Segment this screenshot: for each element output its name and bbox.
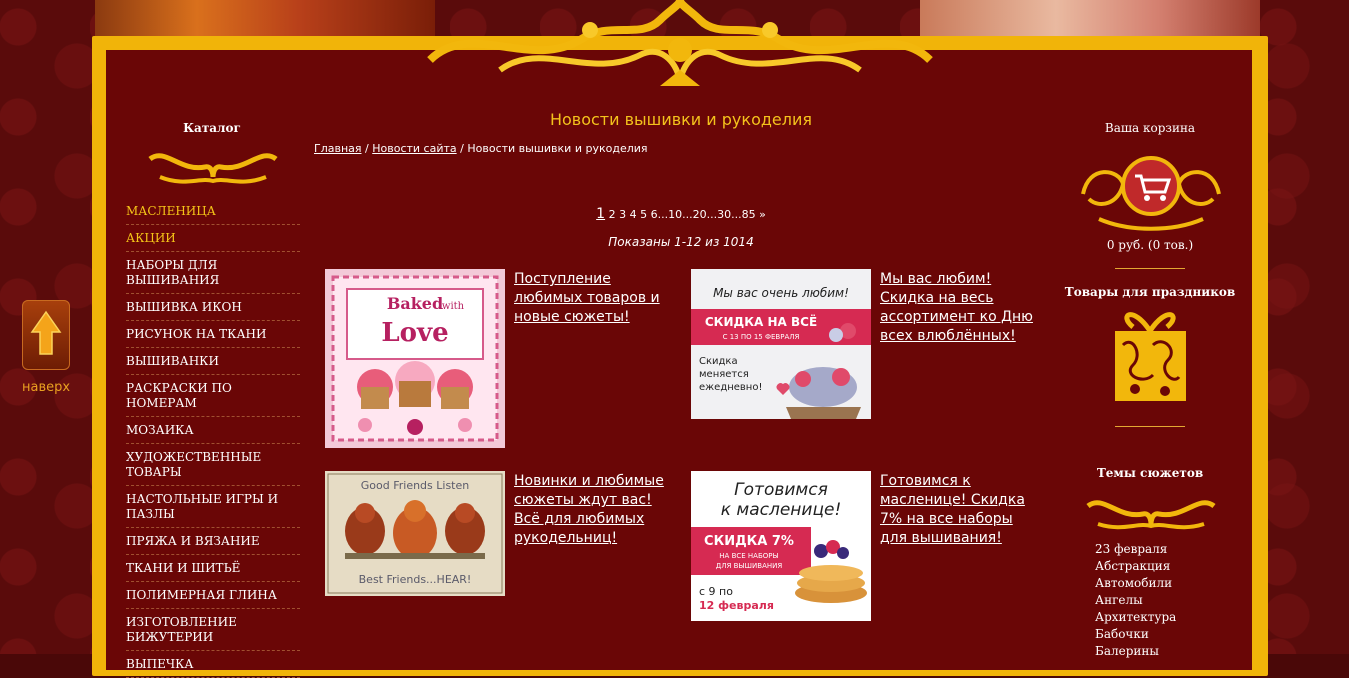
news-image-text: Готовимся (734, 480, 828, 500)
cart-title: Ваша корзина (1104, 121, 1196, 135)
catalog-item[interactable]: ХУДОЖЕСТВЕННЫЕ ТОВАРЫ (126, 444, 300, 486)
catalog-item[interactable]: АКЦИИ (126, 225, 300, 252)
header-ornament (427, 0, 933, 86)
page-link[interactable]: 5 (640, 208, 647, 221)
divider (1115, 426, 1185, 427)
pagination: 1 2 3 4 5 6...10...20...30...85 » (314, 206, 1048, 222)
news-image-text: Скидка (699, 356, 738, 367)
page-link[interactable]: 6 (651, 208, 658, 221)
news-link[interactable]: Новинки и любимые сюжеты ждут вас! Всё д… (514, 472, 674, 548)
header-decor-left (95, 0, 435, 36)
news-image-text: Good Friends Listen (361, 479, 470, 492)
gift-box-icon[interactable] (1113, 305, 1188, 403)
page-link[interactable]: 85 (742, 208, 756, 221)
topics-title: Темы сюжетов (1096, 466, 1204, 480)
topic-link[interactable]: Балерины (1095, 643, 1176, 660)
topics-list: 23 февраля Абстракция Автомобили Ангелы … (1095, 541, 1176, 660)
catalog-item[interactable]: ПОЛИМЕРНАЯ ГЛИНА (126, 582, 300, 609)
page-current: 1 (596, 206, 606, 222)
news-image-art: Мы вас очень любим! СКИДКА НА ВСЁ С 13 П… (691, 286, 871, 419)
topic-link[interactable]: Ангелы (1095, 592, 1176, 609)
page-ellipsis: ... (706, 208, 718, 221)
catalog-item[interactable]: ТКАНИ И ШИТЬЁ (126, 555, 300, 582)
scroll-to-top-label[interactable]: наверх (22, 380, 72, 395)
news-image-text: ДЛЯ ВЫШИВАНИЯ (716, 562, 783, 570)
page-ellipsis: ... (657, 208, 669, 221)
page-link[interactable]: 4 (630, 208, 637, 221)
cart-summary: 0 руб. (0 тов.) (1106, 238, 1194, 252)
page-link[interactable]: 30 (717, 208, 731, 221)
news-link[interactable]: Мы вас любим! Скидка на весь ассортимент… (880, 270, 1040, 346)
results-count: Показаны 1-12 из 1014 (608, 235, 754, 249)
catalog-menu: МАСЛЕНИЦА АКЦИИ НАБОРЫ ДЛЯ ВЫШИВАНИЯ ВЫШ… (126, 198, 300, 678)
news-image-text: к масленице! (721, 500, 842, 520)
news-image-text: 12 февраля (699, 599, 774, 612)
news-image-art: Baked with Love (331, 275, 499, 442)
arrow-up-icon (30, 310, 62, 355)
topic-link[interactable]: 23 февраля (1095, 541, 1176, 558)
news-image[interactable]: Good Friends Listen Best Friends...HEAR! (325, 471, 505, 596)
page-next[interactable]: » (759, 208, 766, 221)
news-image-text: Baked (387, 294, 443, 313)
breadcrumb-home[interactable]: Главная (314, 142, 362, 155)
page-ellipsis: ... (682, 208, 693, 221)
news-link[interactable]: Поступление любимых товаров и новые сюже… (514, 270, 674, 327)
page-title: Новости вышивки и рукоделия (549, 110, 813, 129)
catalog-item[interactable]: НАБОРЫ ДЛЯ ВЫШИВАНИЯ (126, 252, 300, 294)
news-image-text: меняется (699, 369, 749, 380)
news-image[interactable]: Мы вас очень любим! СКИДКА НА ВСЁ С 13 П… (691, 269, 871, 419)
catalog-title: Каталог (183, 121, 241, 135)
page-link[interactable]: 3 (619, 208, 626, 221)
page-link[interactable]: 2 (609, 208, 616, 221)
news-image-text: с 9 по (699, 585, 733, 598)
holiday-goods-title: Товары для праздников (1064, 285, 1236, 299)
catalog-item[interactable]: ВЫШИВКА ИКОН (126, 294, 300, 321)
topics-ornament-icon (1086, 500, 1216, 530)
news-image-text: Best Friends...HEAR! (359, 573, 472, 586)
news-image-text: НА ВСЕ НАБОРЫ (719, 552, 778, 560)
breadcrumb-news[interactable]: Новости сайта (372, 142, 456, 155)
catalog-item[interactable]: РИСУНОК НА ТКАНИ (126, 321, 300, 348)
page-link[interactable]: 10 (668, 208, 682, 221)
cart-icon[interactable] (1079, 154, 1223, 234)
topic-link[interactable]: Абстракция (1095, 558, 1176, 575)
catalog-item[interactable]: РАСКРАСКИ ПО НОМЕРАМ (126, 375, 300, 417)
breadcrumb: Главная / Новости сайта / Новости вышивк… (314, 142, 648, 155)
news-image-text: С 13 ПО 15 ФЕВРАЛЯ (723, 333, 800, 341)
catalog-item[interactable]: ПРЯЖА И ВЯЗАНИЕ (126, 528, 300, 555)
news-image-text: with (442, 301, 465, 312)
news-image-art: Готовимся к масленице! СКИДКА 7% НА ВСЕ … (691, 480, 867, 612)
breadcrumb-separator: / (365, 142, 369, 155)
scroll-to-top-button[interactable] (22, 300, 70, 370)
news-image-text: ежедневно! (699, 382, 762, 393)
topic-link[interactable]: Бабочки (1095, 626, 1176, 643)
page-ellipsis: ... (731, 208, 742, 221)
news-image-text: Love (381, 318, 448, 348)
news-image[interactable]: Baked with Love (325, 269, 505, 448)
news-link[interactable]: Готовимся к масленице! Скидка 7% на все … (880, 472, 1040, 548)
catalog-item[interactable]: ИЗГОТОВЛЕНИЕ БИЖУТЕРИИ (126, 609, 300, 651)
catalog-item[interactable]: ВЫПЕЧКА (126, 651, 300, 678)
page-link[interactable]: 20 (693, 208, 707, 221)
news-image-text: СКИДКА 7% (704, 534, 794, 549)
catalog-item[interactable]: ВЫШИВАНКИ (126, 348, 300, 375)
news-image-text: Мы вас очень любим! (713, 286, 849, 300)
breadcrumb-current: Новости вышивки и рукоделия (467, 142, 648, 155)
catalog-ornament-icon (148, 153, 278, 184)
news-image-text: СКИДКА НА ВСЁ (705, 314, 817, 329)
header-decor-right (920, 0, 1260, 36)
topic-link[interactable]: Автомобили (1095, 575, 1176, 592)
divider (1115, 268, 1185, 269)
catalog-item[interactable]: МОЗАИКА (126, 417, 300, 444)
topic-link[interactable]: Архитектура (1095, 609, 1176, 626)
catalog-item[interactable]: НАСТОЛЬНЫЕ ИГРЫ И ПАЗЛЫ (126, 486, 300, 528)
news-image[interactable]: Готовимся к масленице! СКИДКА 7% НА ВСЕ … (691, 471, 871, 621)
news-image-art: Good Friends Listen Best Friends...HEAR! (327, 473, 503, 594)
breadcrumb-separator: / (460, 142, 464, 155)
catalog-item[interactable]: МАСЛЕНИЦА (126, 198, 300, 225)
